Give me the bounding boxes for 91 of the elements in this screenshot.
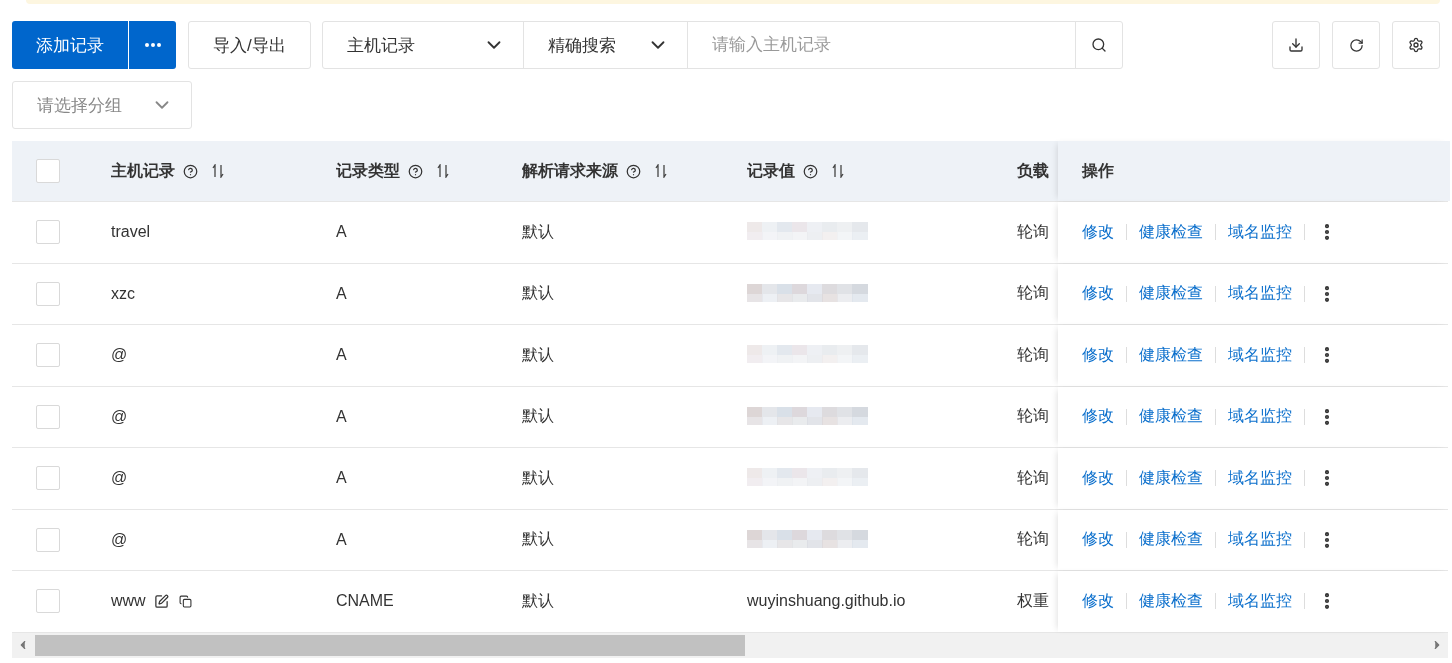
copy-icon[interactable] xyxy=(178,594,192,608)
action-link[interactable]: 健康检查 xyxy=(1139,590,1203,612)
action-link[interactable]: 修改 xyxy=(1082,406,1114,428)
action-link[interactable]: 健康检查 xyxy=(1139,221,1203,243)
action-link[interactable]: 修改 xyxy=(1082,344,1114,366)
column-header: 解析请求来源 xyxy=(522,160,618,181)
table-cell: wuyinshuang.github.io xyxy=(747,592,906,611)
action-link[interactable]: 域名监控 xyxy=(1228,590,1292,612)
column-header: 记录类型 xyxy=(336,160,400,181)
table-cell-text: 轮询 xyxy=(1017,344,1049,365)
table-cell-text: 默认 xyxy=(522,590,554,611)
row-checkbox[interactable] xyxy=(36,466,60,491)
row-checkbox[interactable] xyxy=(36,404,60,429)
table-cell-text: 默认 xyxy=(522,467,554,488)
table-cell: travel xyxy=(111,223,151,242)
action-link[interactable]: 域名监控 xyxy=(1228,344,1292,366)
action-link[interactable]: 域名监控 xyxy=(1228,529,1292,551)
table-cell: A xyxy=(336,346,347,365)
settings-button[interactable] xyxy=(1392,21,1440,69)
table-cell-text: 轮询 xyxy=(1017,406,1049,427)
table-cell-text: 默认 xyxy=(522,529,554,550)
action-link[interactable]: 域名监控 xyxy=(1228,467,1292,489)
download-icon xyxy=(1288,37,1304,53)
column-header: 主机记录 xyxy=(111,160,175,181)
search-field[interactable]: 请输入主机记录 xyxy=(686,21,1076,69)
row-checkbox[interactable] xyxy=(36,281,60,306)
help-icon[interactable] xyxy=(408,163,423,179)
table-cell-text: 轮询 xyxy=(1017,529,1049,550)
row-checkbox[interactable] xyxy=(36,343,60,368)
group-select[interactable]: 请选择分组 xyxy=(12,81,192,129)
column-header: 负载 xyxy=(1017,160,1049,181)
table-cell: A xyxy=(336,223,347,242)
action-link[interactable]: 修改 xyxy=(1082,467,1114,489)
action-link[interactable]: 健康检查 xyxy=(1139,467,1203,489)
sort-icon[interactable] xyxy=(832,164,844,178)
action-link[interactable]: 修改 xyxy=(1082,283,1114,305)
table-cell: CNAME xyxy=(336,592,394,611)
help-icon[interactable] xyxy=(626,163,641,179)
column-header: 记录值 xyxy=(747,160,795,181)
match-select[interactable]: 精确搜索 xyxy=(522,21,688,69)
download-button[interactable] xyxy=(1272,21,1320,69)
table-cell: xzc xyxy=(111,284,135,303)
table-cell: A xyxy=(336,407,347,426)
import-export-button[interactable]: 导入/导出 xyxy=(188,21,311,69)
settings-icon xyxy=(1408,37,1424,53)
sort-icon[interactable] xyxy=(437,164,449,178)
table-cell: @ xyxy=(111,530,128,549)
more-button[interactable] xyxy=(128,21,176,69)
more-icon xyxy=(144,43,161,47)
table-cell-text: 轮询 xyxy=(1017,221,1049,242)
action-link[interactable]: 修改 xyxy=(1082,590,1114,612)
action-link[interactable]: 域名监控 xyxy=(1228,221,1292,243)
sort-icon[interactable] xyxy=(655,164,667,178)
edit-icon[interactable] xyxy=(153,593,169,609)
table-cell: www xyxy=(111,592,146,611)
table-cell-text: 默认 xyxy=(522,221,554,242)
row-checkbox[interactable] xyxy=(36,220,60,245)
horizontal-scrollbar[interactable] xyxy=(12,632,1448,658)
table-cell-text: 轮询 xyxy=(1017,467,1049,488)
column-header: 操作 xyxy=(1082,160,1114,181)
table-cell-text: 默认 xyxy=(522,283,554,304)
table-cell: A xyxy=(336,469,347,488)
help-icon[interactable] xyxy=(803,163,818,179)
refresh-button[interactable] xyxy=(1332,21,1380,69)
search-icon xyxy=(1090,37,1107,53)
action-link[interactable]: 域名监控 xyxy=(1228,406,1292,428)
refresh-icon xyxy=(1348,37,1364,53)
field-select[interactable]: 主机记录 xyxy=(321,21,524,69)
action-link[interactable]: 健康检查 xyxy=(1139,283,1203,305)
table-cell: @ xyxy=(111,346,128,365)
action-link[interactable]: 修改 xyxy=(1082,529,1114,551)
row-checkbox[interactable] xyxy=(36,527,60,552)
action-link[interactable]: 域名监控 xyxy=(1228,283,1292,305)
action-link[interactable]: 修改 xyxy=(1082,221,1114,243)
table-cell-text: 轮询 xyxy=(1017,283,1049,304)
table-cell-text: 默认 xyxy=(522,344,554,365)
action-link[interactable]: 健康检查 xyxy=(1139,406,1203,428)
sort-icon[interactable] xyxy=(212,164,224,178)
table-cell-text: 默认 xyxy=(522,406,554,427)
table-cell-text: 权重 xyxy=(1017,590,1049,611)
help-icon[interactable] xyxy=(183,163,198,179)
action-link[interactable]: 健康检查 xyxy=(1139,344,1203,366)
table-cell: @ xyxy=(111,469,128,488)
add-record-button[interactable]: 添加记录 xyxy=(12,21,128,69)
action-link[interactable]: 健康检查 xyxy=(1139,529,1203,551)
scrollbar-thumb[interactable] xyxy=(35,634,745,656)
table-cell: A xyxy=(336,530,347,549)
row-checkbox[interactable] xyxy=(36,589,60,614)
table-cell: A xyxy=(336,284,347,303)
select-all-checkbox[interactable] xyxy=(36,159,60,183)
table-cell: @ xyxy=(111,407,128,426)
